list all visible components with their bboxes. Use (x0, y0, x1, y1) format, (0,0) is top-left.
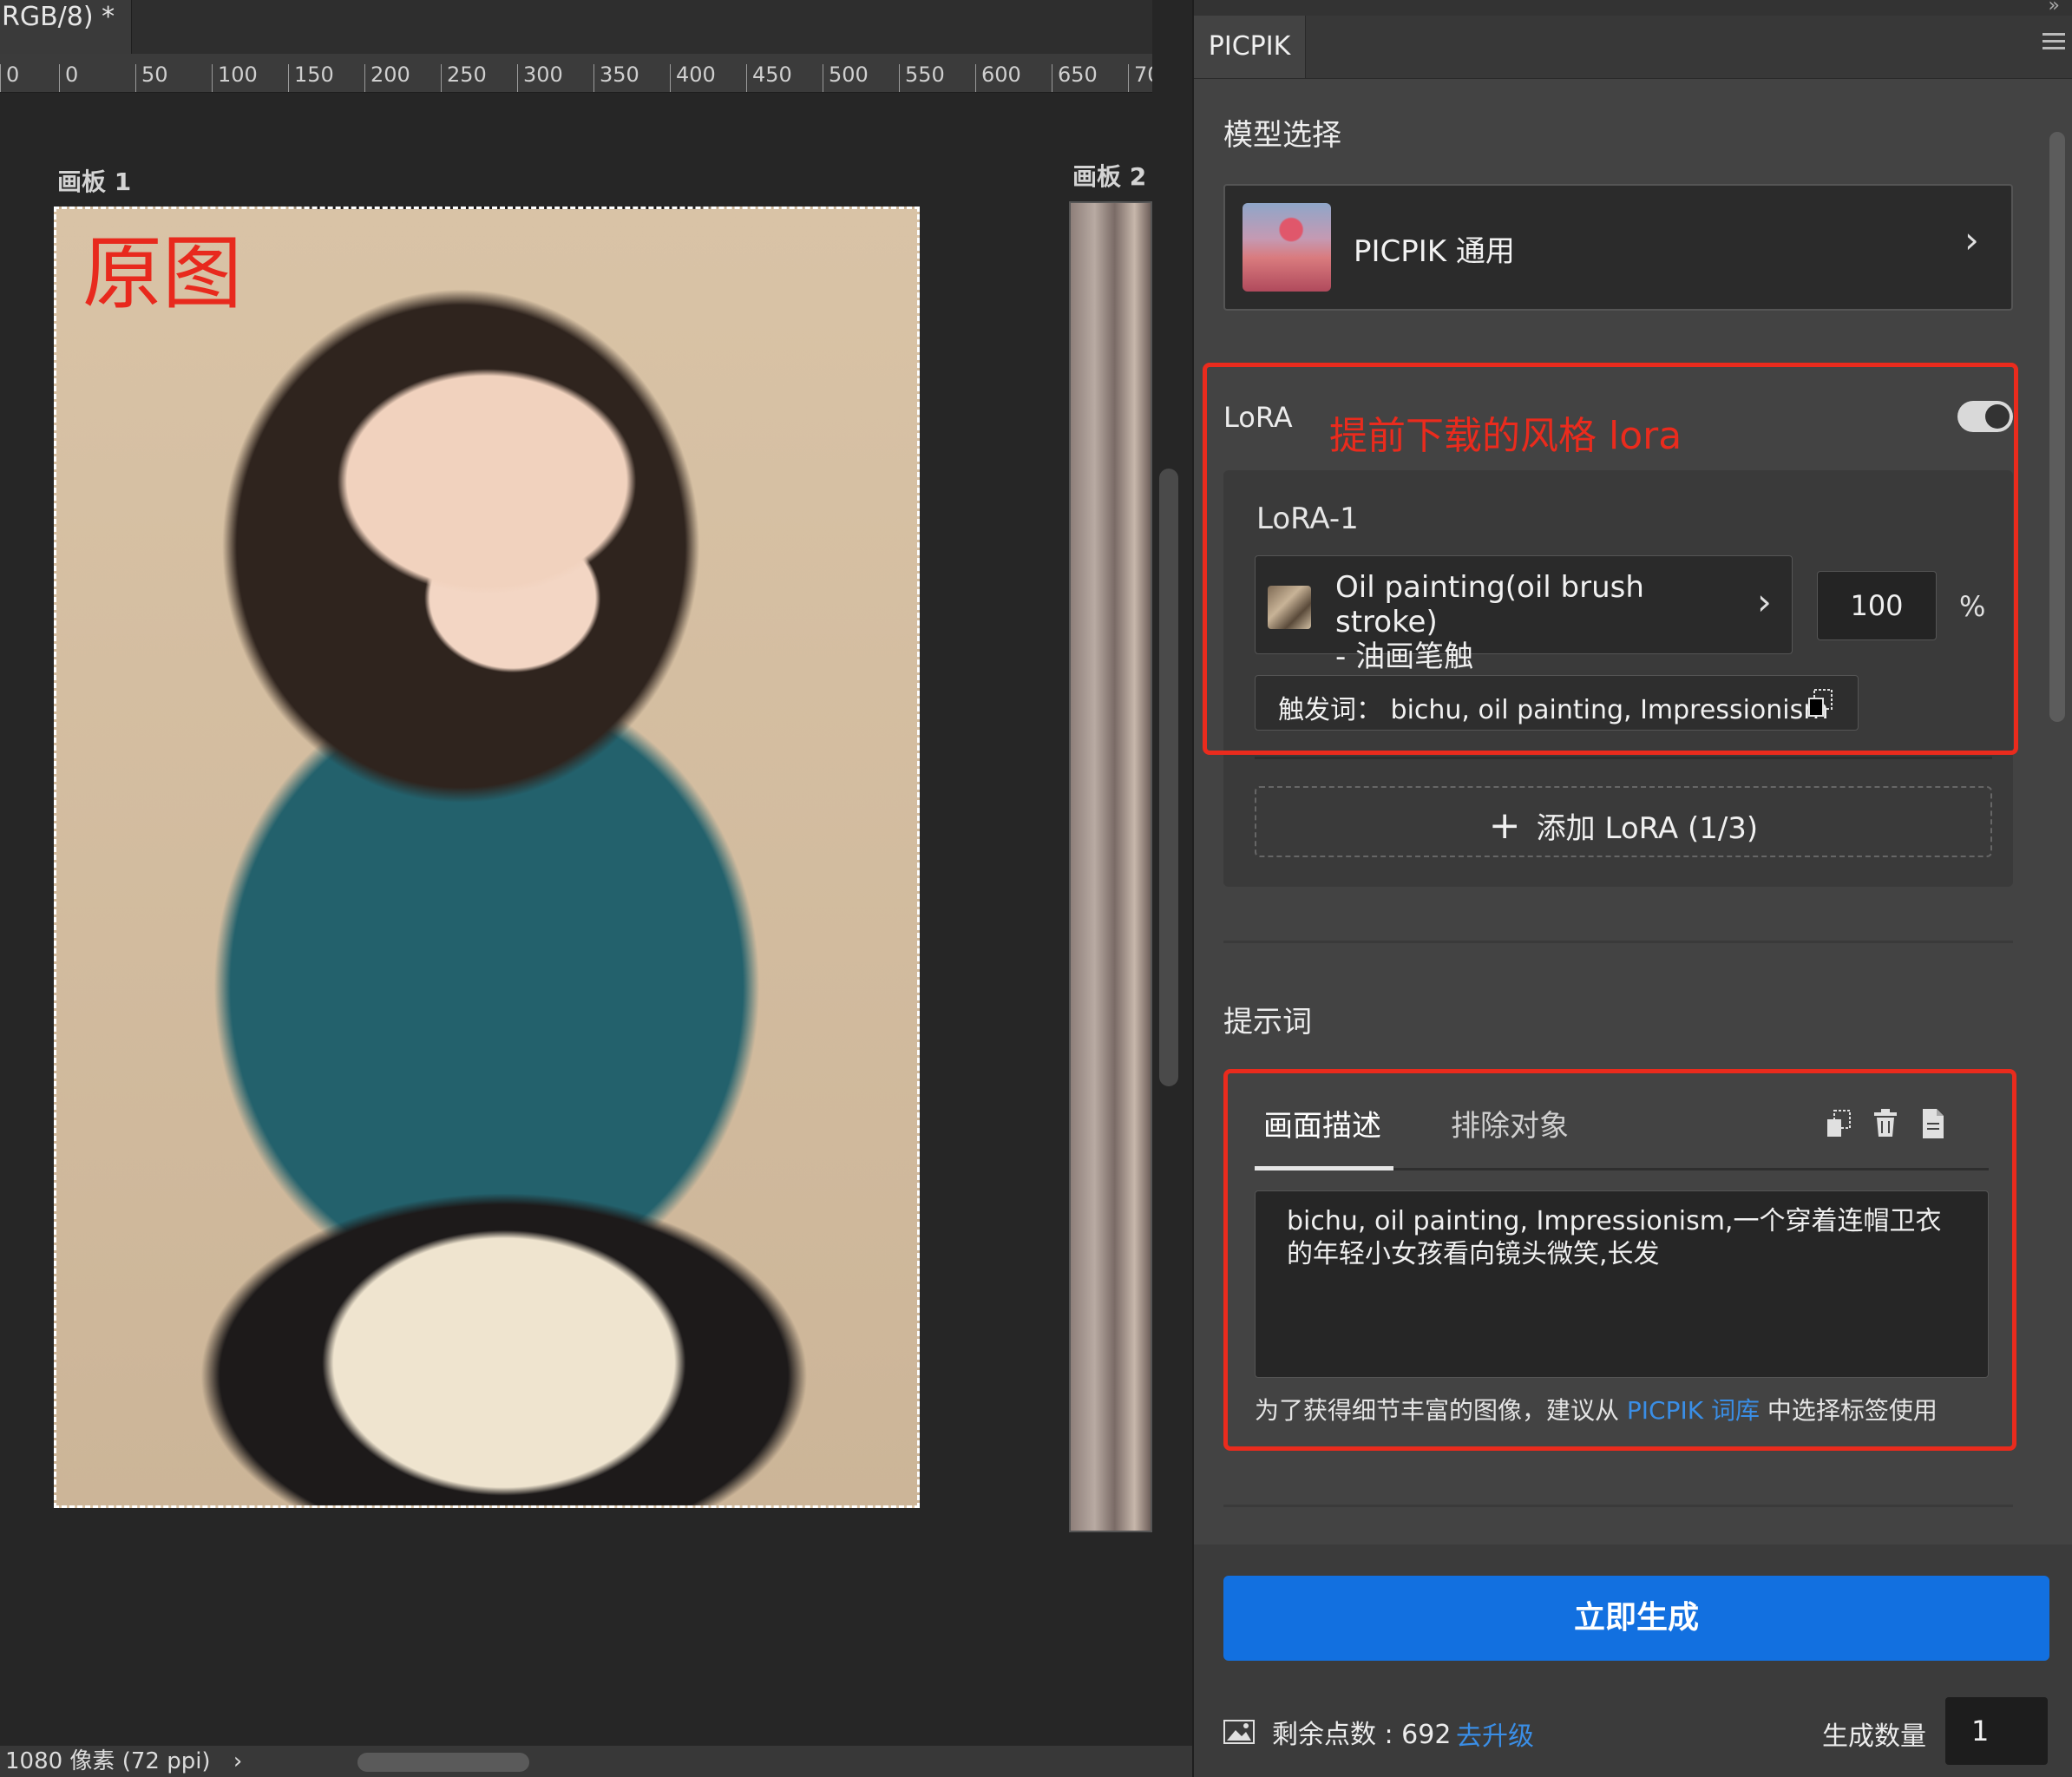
canvas-horizontal-scrollbar[interactable] (357, 1753, 529, 1772)
document-area: RGB/8) * 0 0 50 100 150 200 250 300 350 … (0, 0, 1152, 1777)
ruler-tick: 0 (59, 64, 78, 92)
artboard-1-label[interactable]: 画板 1 (57, 163, 131, 198)
divider (1223, 1505, 2013, 1507)
picpik-panel: » PICPIK 模型选择 PICPIK 通用 › LoRA 提前下载的风格 l… (1192, 0, 2072, 1777)
model-name: PICPIK 通用 (1354, 234, 1515, 269)
ruler-tick: 300 (517, 64, 563, 92)
ruler-tick: 0 (0, 64, 19, 92)
quantity-label: 生成数量 (1822, 1721, 1926, 1752)
menu-icon[interactable] (2042, 33, 2065, 52)
status-text[interactable]: 1080 像素 (72 ppi) › (5, 1746, 242, 1777)
artboard-1-photo[interactable]: 原图 (54, 207, 920, 1508)
original-image-label: 原图 (82, 227, 243, 320)
image-icon (1223, 1720, 1255, 1744)
remaining-points: 剩余点数 : 692 (1272, 1720, 1452, 1750)
divider (1223, 941, 2013, 943)
panel-top-strip: » (1194, 0, 2072, 16)
add-lora-text: 添加 LoRA (1/3) (1536, 811, 1759, 846)
status-chevron-icon[interactable]: › (233, 1748, 242, 1774)
prompt-section-title: 提示词 (1223, 1005, 1312, 1039)
artboard-2-photo[interactable] (1069, 201, 1152, 1532)
ruler-tick: 550 (899, 64, 945, 92)
divider (1255, 757, 1992, 759)
ruler-tick: 200 (364, 64, 410, 92)
ruler-tick: 50 (135, 64, 168, 92)
artboard-2-label[interactable]: 画板 2 (1072, 158, 1146, 193)
upgrade-link[interactable]: 去升级 (1456, 1715, 1534, 1753)
horizontal-ruler: 0 0 50 100 150 200 250 300 350 400 450 5… (0, 54, 1152, 93)
model-thumbnail (1243, 203, 1331, 292)
ruler-tick: 400 (670, 64, 716, 92)
ruler-tick: 100 (212, 64, 258, 92)
ruler-tick: 650 (1052, 64, 1098, 92)
document-tab[interactable]: RGB/8) * (0, 0, 132, 54)
plus-icon: + (1488, 803, 1521, 848)
model-section-title: 模型选择 (1223, 118, 1341, 153)
model-selector[interactable]: PICPIK 通用 › (1223, 184, 2013, 311)
status-bar: 1080 像素 (72 ppi) › (0, 1746, 1192, 1777)
ruler-tick: 150 (288, 64, 334, 92)
ruler-tick: 600 (975, 64, 1021, 92)
lora-annotation-frame (1203, 363, 2018, 755)
ruler-tick: 450 (746, 64, 792, 92)
document-tab-title: RGB/8) * (2, 2, 115, 32)
generate-button[interactable]: 立即生成 (1223, 1576, 2049, 1661)
ruler-tick: 500 (823, 64, 869, 92)
add-lora-label: + 添加 LoRA (1/3) (1256, 803, 1990, 848)
tab-picpik[interactable]: PICPIK (1194, 16, 1306, 78)
add-lora-button[interactable]: + 添加 LoRA (1/3) (1255, 786, 1992, 857)
quantity-input[interactable]: 1 (1945, 1697, 2048, 1765)
ruler-tick: 350 (593, 64, 639, 92)
chevron-right-icon: › (1964, 219, 1979, 261)
document-size-text: 1080 像素 (72 ppi) (5, 1748, 211, 1774)
canvas-vertical-scrollbar[interactable] (1159, 469, 1178, 1086)
prompt-annotation-frame (1223, 1069, 2016, 1451)
panel-scrollbar[interactable] (2049, 132, 2065, 722)
ruler-tick: 250 (441, 64, 487, 92)
tab-strip (132, 0, 1152, 54)
ruler-tick: 70 (1128, 64, 1152, 92)
panel-tab-bar: PICPIK (1194, 16, 2072, 79)
collapse-panel-icon[interactable]: » (2049, 0, 2060, 16)
